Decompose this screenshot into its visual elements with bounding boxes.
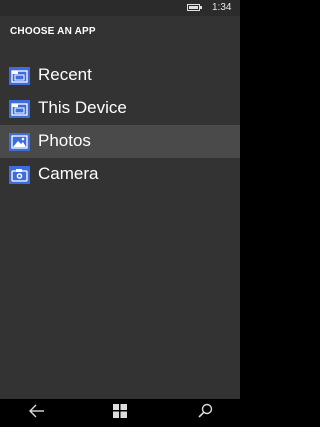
app-item-label: Recent xyxy=(38,65,92,84)
search-icon xyxy=(197,403,213,423)
screen: 1:34 CHOOSE AN APP Recent This Device Ph… xyxy=(0,0,240,427)
status-time: 1:34 xyxy=(212,2,232,13)
navigation-bar xyxy=(0,399,240,427)
camera-icon xyxy=(9,166,30,184)
status-bar: 1:34 xyxy=(0,0,240,16)
app-list: Recent This Device Photos Camera xyxy=(0,59,240,191)
page-title: CHOOSE AN APP xyxy=(10,26,96,37)
back-arrow-icon xyxy=(29,404,45,423)
folder-icon xyxy=(9,67,30,85)
battery-icon xyxy=(187,4,202,11)
search-button[interactable] xyxy=(190,399,220,427)
app-item-this-device[interactable]: This Device xyxy=(0,92,240,125)
back-button[interactable] xyxy=(22,399,52,427)
app-item-photos[interactable]: Photos xyxy=(0,125,240,158)
app-item-label: Photos xyxy=(38,131,91,150)
app-item-camera[interactable]: Camera xyxy=(0,158,240,191)
folder-icon xyxy=(9,100,30,118)
app-item-recent[interactable]: Recent xyxy=(0,59,240,92)
windows-logo-icon xyxy=(113,403,127,423)
app-item-label: This Device xyxy=(38,98,127,117)
start-button[interactable] xyxy=(105,399,135,427)
photos-icon xyxy=(9,133,30,151)
app-item-label: Camera xyxy=(38,164,99,183)
